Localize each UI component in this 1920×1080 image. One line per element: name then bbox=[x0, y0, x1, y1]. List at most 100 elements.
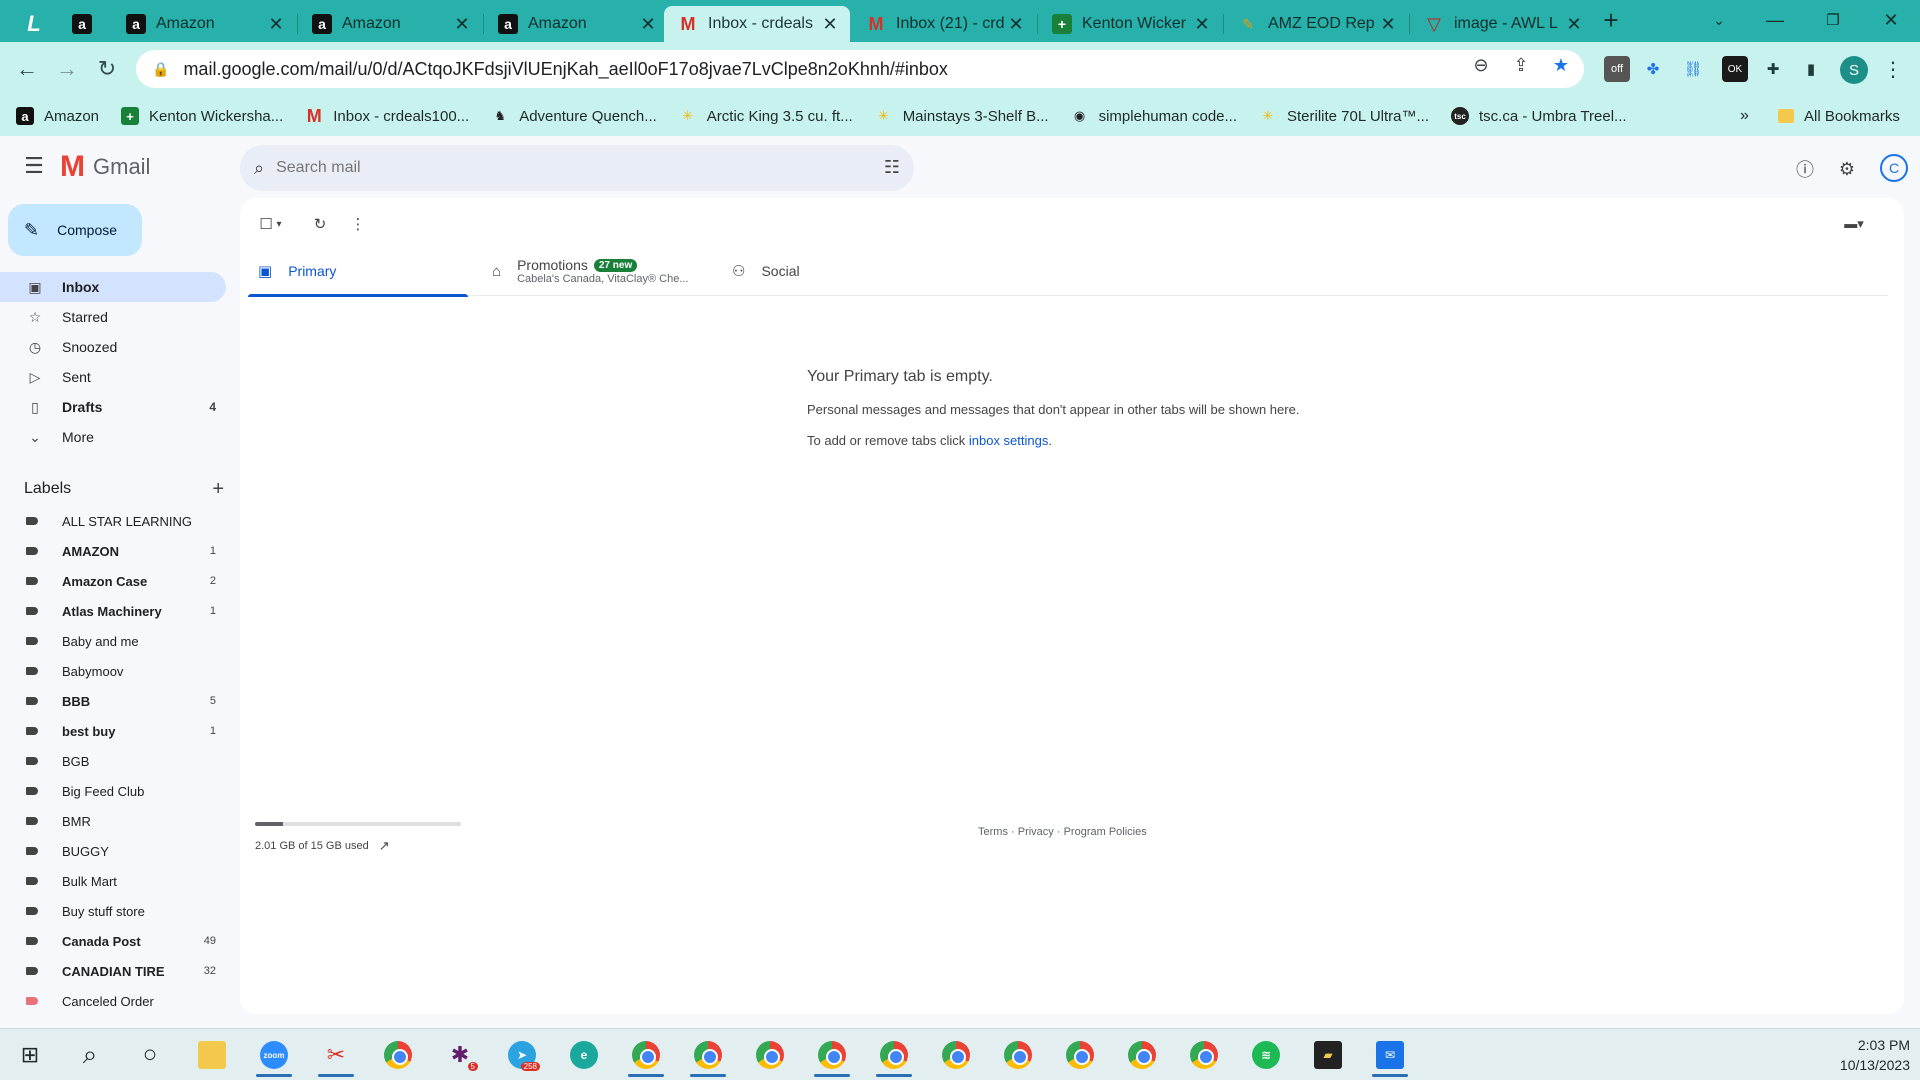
open-external-icon[interactable]: ↗ bbox=[379, 838, 390, 854]
close-icon[interactable]: ✕ bbox=[452, 14, 472, 35]
browser-tab[interactable]: a Amazon ✕ bbox=[298, 6, 482, 42]
search-input[interactable] bbox=[276, 159, 837, 177]
chrome-icon[interactable] bbox=[1058, 1033, 1102, 1077]
bookmark-adventure[interactable]: ♞ Adventure Quench... bbox=[491, 107, 656, 125]
zoom-icon[interactable]: zoom bbox=[252, 1033, 296, 1077]
new-tab-plus-icon[interactable]: + bbox=[1586, 0, 1636, 40]
browser-tab[interactable]: + Kenton Wicker ✕ bbox=[1038, 6, 1222, 42]
tab-search-chevron-icon[interactable]: ⌄ bbox=[1694, 0, 1744, 40]
label-item[interactable]: CANADIAN TIRE 32 bbox=[0, 956, 226, 986]
label-item[interactable]: Baby and me bbox=[0, 626, 226, 656]
browser-tab[interactable]: M Inbox (21) - crd ✕ bbox=[852, 6, 1036, 42]
search-icon[interactable]: ⌕ bbox=[68, 1033, 112, 1077]
tab-primary[interactable]: ▣ Primary bbox=[248, 246, 468, 297]
inbox-settings-link[interactable]: inbox settings bbox=[969, 433, 1049, 448]
puzzle-icon[interactable]: ✚ bbox=[1760, 56, 1786, 82]
sidebar-item-sent[interactable]: ▷ Sent bbox=[0, 362, 226, 392]
label-item[interactable]: BMR bbox=[0, 806, 226, 836]
browser-tab[interactable]: ▽ image - AWL L ✕ bbox=[1410, 6, 1594, 42]
close-icon[interactable]: ✕ bbox=[266, 14, 286, 35]
chrome-icon[interactable] bbox=[934, 1033, 978, 1077]
minimize-icon[interactable]: — bbox=[1750, 0, 1800, 40]
browser-tab[interactable]: a Amazon ✕ bbox=[484, 6, 668, 42]
close-icon[interactable]: ✕ bbox=[638, 14, 658, 35]
bookmark-arctic-king[interactable]: ✳ Arctic King 3.5 cu. ft... bbox=[679, 107, 852, 125]
bookmark-sterilite[interactable]: ✳ Sterilite 70L Ultra™... bbox=[1259, 107, 1429, 125]
reload-icon[interactable]: ↻ bbox=[90, 52, 124, 86]
side-panel-icon[interactable]: ▮ bbox=[1798, 56, 1824, 82]
chrome-icon[interactable] bbox=[624, 1033, 668, 1077]
add-label-plus-icon[interactable]: + bbox=[212, 478, 224, 501]
terms-link[interactable]: Terms bbox=[978, 826, 1008, 838]
close-icon[interactable]: ✕ bbox=[1006, 14, 1026, 35]
close-icon[interactable]: ✕ bbox=[1564, 14, 1584, 35]
privacy-link[interactable]: Privacy bbox=[1018, 826, 1054, 838]
sidebar-item-snoozed[interactable]: ◷ Snoozed bbox=[0, 332, 226, 362]
label-item[interactable]: Babymoov bbox=[0, 656, 226, 686]
windows-start-icon[interactable]: ⊞ bbox=[8, 1033, 52, 1077]
browser-tab[interactable]: a Amazon ✕ bbox=[112, 6, 296, 42]
extension-icon[interactable]: ✤ bbox=[1640, 56, 1666, 82]
close-icon[interactable]: ✕ bbox=[820, 14, 840, 35]
select-dropdown-icon[interactable]: ▾ bbox=[272, 212, 286, 236]
keyboard-input-icon[interactable]: ▬▾ bbox=[1836, 212, 1872, 236]
settings-gear-icon[interactable]: ⚙ bbox=[1834, 156, 1860, 182]
mail-icon[interactable]: ✉ bbox=[1368, 1033, 1412, 1077]
close-icon[interactable]: ✕ bbox=[1378, 14, 1398, 35]
system-clock[interactable]: 2:03 PM 10/13/2023 bbox=[1840, 1035, 1910, 1075]
more-bookmarks-chevron-icon[interactable]: » bbox=[1740, 107, 1749, 125]
back-arrow-icon[interactable]: ← bbox=[10, 52, 44, 86]
chrome-icon[interactable] bbox=[1182, 1033, 1226, 1077]
label-item[interactable]: Atlas Machinery 1 bbox=[0, 596, 226, 626]
window-close-icon[interactable]: ✕ bbox=[1866, 0, 1916, 40]
edge-icon[interactable]: e bbox=[562, 1033, 606, 1077]
sidebar-item-inbox[interactable]: ▣ Inbox bbox=[0, 272, 226, 302]
task-view-icon[interactable]: ○ bbox=[128, 1033, 172, 1077]
snipping-tool-icon[interactable]: ✂ bbox=[314, 1033, 358, 1077]
chrome-icon[interactable] bbox=[810, 1033, 854, 1077]
extension-ok-icon[interactable]: OK bbox=[1722, 56, 1748, 82]
kebab-menu-icon[interactable]: ⋮ bbox=[1880, 56, 1906, 82]
bookmark-amazon[interactable]: a Amazon bbox=[16, 107, 99, 125]
browser-tab-active[interactable]: M Inbox - crdeals ✕ bbox=[664, 6, 850, 42]
label-item[interactable]: BBB 5 bbox=[0, 686, 226, 716]
chrome-icon[interactable] bbox=[376, 1033, 420, 1077]
telegram-icon[interactable]: ➤ 258 bbox=[500, 1033, 544, 1077]
search-options-icon[interactable]: ☷ bbox=[884, 157, 900, 178]
share-icon[interactable]: ⇪ bbox=[1506, 50, 1536, 80]
chrome-icon[interactable] bbox=[748, 1033, 792, 1077]
restore-icon[interactable]: ❐ bbox=[1808, 0, 1858, 40]
label-item[interactable]: BUGGY bbox=[0, 836, 226, 866]
chrome-icon[interactable] bbox=[686, 1033, 730, 1077]
all-bookmarks[interactable]: All Bookmarks bbox=[1778, 108, 1900, 125]
label-item[interactable]: AMAZON 1 bbox=[0, 536, 226, 566]
label-item[interactable]: Buy stuff store bbox=[0, 896, 226, 926]
bookmark-kenton[interactable]: + Kenton Wickersha... bbox=[121, 107, 283, 125]
sidebar-item-drafts[interactable]: ▯ Drafts 4 bbox=[0, 392, 226, 422]
profile-avatar[interactable]: S bbox=[1840, 56, 1868, 84]
tab-promotions[interactable]: ⌂ Promotions 27 new Cabela's Canada, Vit… bbox=[492, 246, 712, 296]
bookmark-simplehuman[interactable]: ◉ simplehuman code... bbox=[1071, 107, 1237, 125]
browser-tab[interactable]: a bbox=[64, 6, 104, 42]
chrome-icon[interactable] bbox=[996, 1033, 1040, 1077]
extension-off-icon[interactable]: off bbox=[1604, 56, 1630, 82]
file-explorer-icon[interactable] bbox=[190, 1033, 234, 1077]
bookmark-inbox[interactable]: M Inbox - crdeals100... bbox=[305, 106, 469, 126]
help-icon[interactable]: ⓘ bbox=[1792, 156, 1818, 182]
browser-tab[interactable]: L bbox=[10, 6, 72, 42]
label-item[interactable]: Canceled Order bbox=[0, 986, 226, 1016]
label-item[interactable]: best buy 1 bbox=[0, 716, 226, 746]
bookmark-star-icon[interactable]: ★ bbox=[1546, 50, 1576, 80]
chrome-icon[interactable] bbox=[872, 1033, 916, 1077]
label-item[interactable]: BGB bbox=[0, 746, 226, 776]
refresh-icon[interactable]: ↻ bbox=[308, 212, 332, 236]
bookmark-tsc[interactable]: tsc tsc.ca - Umbra Treel... bbox=[1451, 107, 1627, 125]
account-avatar[interactable]: C bbox=[1880, 154, 1908, 182]
label-item[interactable]: Amazon Case 2 bbox=[0, 566, 226, 596]
search-icon[interactable]: ⌕ bbox=[254, 158, 264, 179]
sidebar-item-starred[interactable]: ☆ Starred bbox=[0, 302, 226, 332]
label-item[interactable]: ALL STAR LEARNING bbox=[0, 506, 226, 536]
sticky-notes-icon[interactable]: ▰ bbox=[1306, 1033, 1350, 1077]
label-item[interactable]: Canada Post 49 bbox=[0, 926, 226, 956]
browser-tab[interactable]: ✎ AMZ EOD Rep ✕ bbox=[1224, 6, 1408, 42]
